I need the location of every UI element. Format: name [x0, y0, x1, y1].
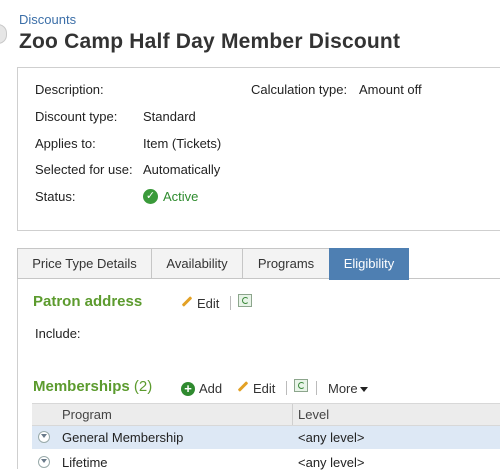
page-title: Zoo Camp Half Day Member Discount	[19, 30, 401, 53]
tab-price-type-details[interactable]: Price Type Details	[17, 248, 152, 278]
include-label: Include:	[35, 326, 81, 341]
status-value: ✓ Active	[143, 189, 199, 205]
status-text: Active	[163, 189, 199, 204]
column-separator	[292, 404, 293, 425]
expand-row-icon[interactable]	[38, 456, 50, 468]
toolbar-divider	[230, 296, 231, 310]
tab-bar: Price Type Details Availability Programs…	[17, 248, 500, 280]
toolbar-divider	[316, 381, 317, 395]
toolbar-divider	[286, 381, 287, 395]
calculation-type-label: Calculation type:	[251, 82, 348, 97]
discount-summary-panel: Description: Calculation type: Amount of…	[17, 67, 500, 231]
table-row[interactable]: General Membership <any level>	[32, 426, 500, 449]
table-row[interactable]: Lifetime <any level>	[32, 451, 500, 474]
caret-down-icon	[359, 387, 368, 393]
calculation-type-value: Amount off	[359, 82, 422, 97]
discount-type-label: Discount type:	[35, 109, 118, 124]
memberships-count: (2)	[133, 378, 153, 395]
pencil-icon	[237, 381, 249, 392]
check-circle-icon: ✓	[143, 189, 158, 205]
program-cell: General Membership	[62, 430, 184, 445]
tab-programs[interactable]: Programs	[242, 248, 330, 278]
column-header-level[interactable]: Level	[298, 404, 329, 425]
refresh-icon[interactable]	[238, 294, 252, 307]
selected-for-use-label: Selected for use:	[35, 162, 133, 177]
status-label: Status:	[35, 189, 76, 204]
applies-to-value: Item (Tickets)	[143, 136, 222, 151]
expand-row-icon[interactable]	[38, 431, 50, 443]
edit-label: Edit	[253, 381, 276, 396]
level-cell: <any level>	[298, 430, 365, 445]
back-handle[interactable]	[0, 24, 7, 44]
patron-address-title: Patron address	[33, 293, 143, 310]
memberships-title: Memberships (2)	[33, 378, 152, 395]
eligibility-panel: Patron address Edit Include: Memberships…	[17, 279, 500, 470]
program-cell: Lifetime	[62, 455, 108, 470]
refresh-icon[interactable]	[294, 379, 308, 392]
add-icon: +	[181, 381, 195, 396]
breadcrumb[interactable]: Discounts	[19, 12, 76, 27]
column-header-program[interactable]: Program	[62, 404, 112, 425]
level-cell: <any level>	[298, 455, 365, 470]
memberships-add-button[interactable]: + Add	[181, 381, 222, 396]
description-label: Description:	[35, 82, 104, 97]
memberships-title-text: Memberships	[33, 378, 130, 395]
tab-eligibility[interactable]: Eligibility	[329, 248, 409, 280]
applies-to-label: Applies to:	[35, 136, 96, 151]
memberships-grid-header: Program Level	[32, 403, 500, 426]
pencil-icon	[181, 296, 193, 307]
add-label: Add	[199, 381, 223, 396]
more-menu-button[interactable]: More	[328, 381, 368, 396]
edit-label: Edit	[197, 296, 220, 311]
discount-type-value: Standard	[143, 109, 196, 124]
patron-address-edit-button[interactable]: Edit	[181, 296, 219, 311]
memberships-edit-button[interactable]: Edit	[237, 381, 275, 396]
tab-availability[interactable]: Availability	[151, 248, 243, 278]
selected-for-use-value: Automatically	[143, 162, 221, 177]
more-label: More	[328, 381, 358, 396]
